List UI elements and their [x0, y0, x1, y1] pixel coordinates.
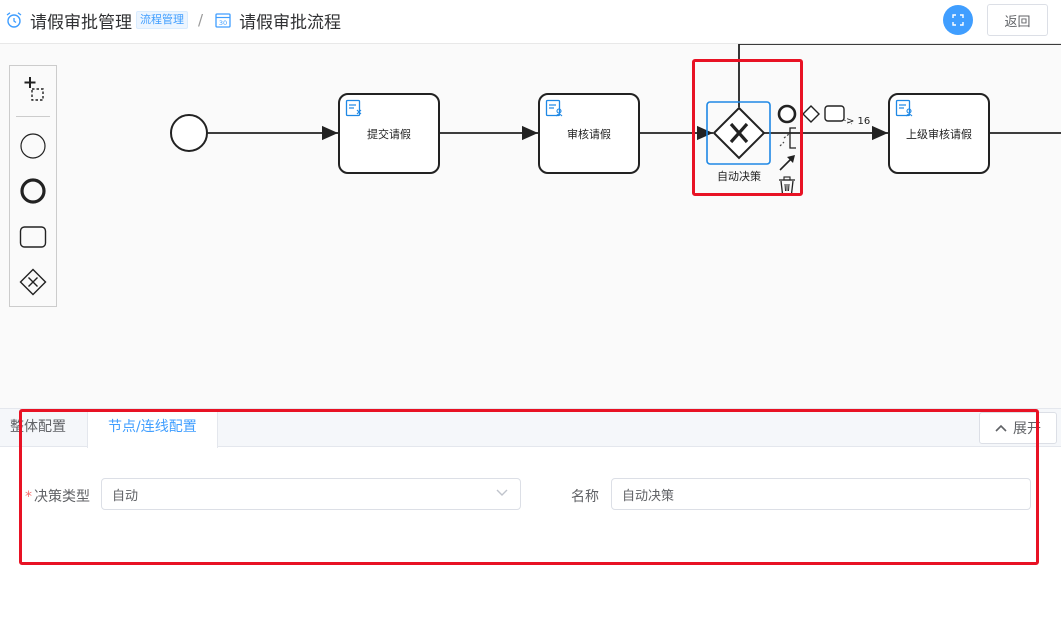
fullscreen-icon — [952, 14, 964, 26]
gateway-icon[interactable] — [10, 261, 56, 303]
decision-type-select[interactable]: 自动 — [101, 478, 521, 510]
gateway-label: 自动决策 — [717, 170, 761, 183]
hand-tool-icon[interactable] — [10, 68, 56, 110]
properties-panel: 整体配置 节点/连线配置 展开 * 决策类型 自动 名称 自动决策 — [0, 408, 1061, 624]
text-annotation-icon[interactable] — [789, 127, 796, 149]
decision-type-label: * 决策类型 — [25, 486, 90, 506]
process-tag-badge: 流程管理 — [136, 11, 188, 29]
palette-divider — [16, 116, 50, 117]
append-task-icon[interactable] — [824, 105, 845, 122]
task-label: 审核请假 — [567, 128, 611, 141]
decision-type-text: 决策类型 — [34, 489, 90, 505]
alarm-clock-icon — [4, 10, 24, 30]
tab-global-config[interactable]: 整体配置 — [0, 409, 86, 447]
append-gateway-icon[interactable] — [802, 105, 820, 123]
tool-palette — [9, 65, 57, 307]
name-value: 自动决策 — [622, 488, 675, 504]
calendar-icon: 30 — [213, 10, 233, 30]
tab-node-config[interactable]: 节点/连线配置 — [87, 409, 218, 448]
task-label: 提交请假 — [367, 128, 411, 141]
task-label: 上级审核请假 — [906, 128, 972, 141]
context-pad-count: > 16 — [846, 116, 871, 127]
task-icon[interactable] — [10, 216, 56, 258]
chevron-down-icon — [496, 489, 508, 496]
svg-text:30: 30 — [219, 19, 227, 27]
panel-tabs: 整体配置 节点/连线配置 展开 — [0, 409, 1061, 448]
breadcrumb-separator: / — [198, 11, 204, 29]
decision-type-value: 自动 — [112, 488, 139, 504]
name-label: 名称 — [571, 489, 599, 505]
delete-trash-icon[interactable] — [779, 176, 795, 195]
page-title: 请假审批流程 — [239, 12, 342, 33]
fullscreen-button[interactable] — [943, 5, 973, 35]
expand-button[interactable]: 展开 — [979, 412, 1057, 444]
end-event-icon[interactable] — [10, 170, 56, 212]
connect-arrow-icon[interactable] — [779, 155, 795, 171]
start-event-icon[interactable] — [10, 125, 56, 167]
back-button[interactable]: 返回 — [987, 4, 1048, 36]
chevron-up-icon — [995, 424, 1007, 432]
start-event[interactable] — [170, 114, 208, 152]
header-bar: 请假审批管理 流程管理 / 30 请假审批流程 返回 — [0, 0, 1061, 44]
name-input[interactable]: 自动决策 — [611, 478, 1031, 510]
bpmn-diagram — [170, 44, 1061, 195]
expand-label: 展开 — [1013, 421, 1041, 437]
text-annotation-dots-icon — [779, 133, 790, 147]
append-end-event-icon[interactable] — [777, 104, 797, 124]
breadcrumb-root[interactable]: 请假审批管理 — [30, 8, 132, 33]
bpmn-canvas[interactable]: 提交请假 审核请假 上级审核请假 自动决策 > 16 — [0, 44, 1061, 408]
breadcrumb: 请假审批管理 流程管理 / 30 请假审批流程 — [4, 8, 342, 33]
required-asterisk: * — [25, 489, 32, 505]
